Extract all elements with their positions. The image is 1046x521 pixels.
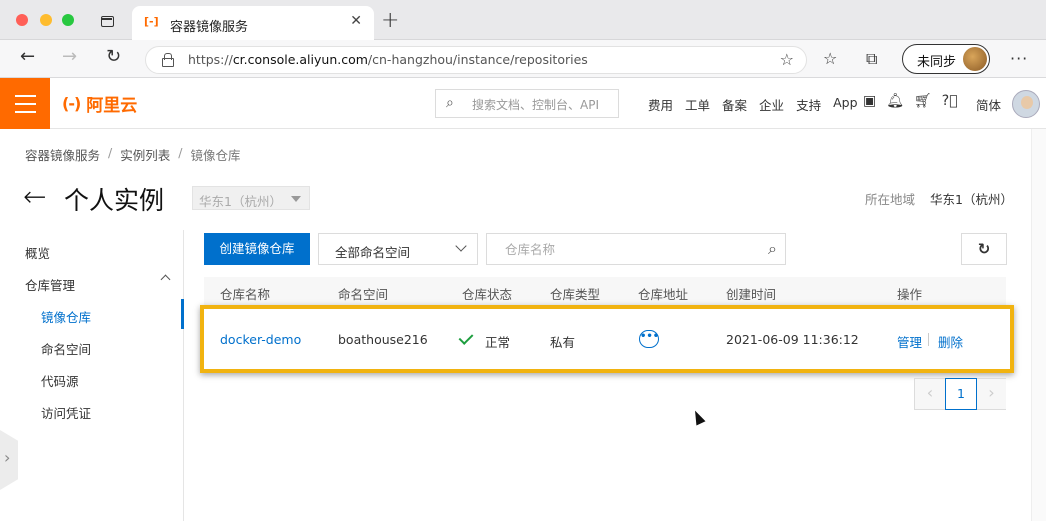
cloud-shell-icon[interactable]: ▣ xyxy=(863,93,876,109)
breadcrumb: 容器镜像服务 / 实例列表 / 镜像仓库 xyxy=(25,145,240,164)
browser-toolbar: ← → ↻ https://cr.console.aliyun.com/cn-h… xyxy=(0,40,1046,78)
aliyun-logo-text: 阿里云 xyxy=(86,95,138,116)
back-arrow-icon[interactable]: ← xyxy=(20,46,35,67)
nav-link-icp[interactable]: 备案 xyxy=(722,95,747,114)
language-switch[interactable]: 简体 xyxy=(976,95,1001,114)
hamburger-menu-icon[interactable] xyxy=(0,78,50,129)
lock-icon xyxy=(162,53,174,67)
global-search[interactable]: ⌕ 搜索文档、控制台、API xyxy=(435,89,619,118)
mouse-cursor-icon xyxy=(690,408,706,426)
page-scrollbar[interactable] xyxy=(1031,129,1046,521)
user-avatar[interactable] xyxy=(1012,90,1040,118)
nav-link-app[interactable]: App xyxy=(833,95,857,114)
refresh-icon: ↻ xyxy=(977,240,991,258)
sidebar-item-overview[interactable]: 概览 xyxy=(25,243,50,262)
column-header: 命名空间 xyxy=(338,287,389,302)
sidebar-item-image-repos[interactable]: 镜像仓库 xyxy=(41,307,91,326)
region-value: 华东1（杭州） xyxy=(930,192,1013,207)
column-header: 仓库地址 xyxy=(638,287,689,302)
add-favorite-star-icon[interactable]: ☆ xyxy=(780,50,794,69)
profile-label: 未同步 xyxy=(917,55,957,70)
breadcrumb-separator: / xyxy=(178,145,183,160)
tab-sidebar-icon[interactable] xyxy=(101,16,114,27)
nav-link-support[interactable]: 支持 xyxy=(796,95,821,114)
repo-search: ⌕ xyxy=(486,233,786,265)
forward-arrow-icon[interactable]: → xyxy=(62,46,77,67)
global-search-placeholder: 搜索文档、控制台、API xyxy=(472,98,599,112)
breadcrumb-item-current: 镜像仓库 xyxy=(190,148,241,163)
refresh-button[interactable]: ↻ xyxy=(961,233,1007,265)
breadcrumb-item-cr-service[interactable]: 容器镜像服务 xyxy=(25,145,100,164)
search-icon: ⌕ xyxy=(446,95,454,111)
region-select[interactable]: 华东1（杭州） xyxy=(192,186,310,210)
region-label: 所在地域 xyxy=(865,192,916,207)
profile-avatar xyxy=(963,47,987,71)
next-page-button[interactable]: › xyxy=(977,379,1006,409)
top-nav-links: 费用 工单 备案 企业 支持 App xyxy=(648,95,858,114)
column-header: 仓库类型 xyxy=(550,287,601,302)
sidebar-item-code-source[interactable]: 代码源 xyxy=(41,371,79,390)
profile-button[interactable]: 未同步 xyxy=(902,44,990,74)
reload-icon[interactable]: ↻ xyxy=(106,46,121,67)
nav-link-tickets[interactable]: 工单 xyxy=(685,95,710,114)
url-text[interactable]: https://cr.console.aliyun.com/cn-hangzho… xyxy=(188,52,588,67)
window-minimize-button[interactable] xyxy=(40,14,52,26)
help-icon[interactable]: ?⃝ xyxy=(942,93,958,109)
nav-link-billing[interactable]: 费用 xyxy=(648,95,673,114)
url-prefix: https:// xyxy=(188,52,233,67)
page-1-button[interactable]: 1 xyxy=(945,378,977,410)
tab-close-icon[interactable]: ✕ xyxy=(350,13,362,29)
url-path: /cn-hangzhou/instance/repositories xyxy=(367,52,588,67)
nav-link-enterprise[interactable]: 企业 xyxy=(759,95,784,114)
url-host: cr.console.aliyun.com xyxy=(232,52,368,67)
column-header: 仓库名称 xyxy=(220,287,271,302)
pagination: ‹ 1 › xyxy=(914,378,1006,410)
active-indicator xyxy=(181,299,184,329)
sidebar-item-namespaces[interactable]: 命名空间 xyxy=(41,339,91,358)
sidebar-item-credentials[interactable]: 访问凭证 xyxy=(41,403,91,422)
aliyun-favicon-icon: [-] xyxy=(144,15,159,28)
breadcrumb-separator: / xyxy=(108,145,113,160)
page-back-arrow-icon[interactable]: ← xyxy=(23,180,46,213)
console-top-nav: (-) 阿里云 ⌕ 搜索文档、控制台、API 费用 工单 备案 企业 支持 Ap… xyxy=(0,78,1046,129)
caret-down-icon xyxy=(291,196,301,202)
aliyun-logo[interactable]: (-) 阿里云 xyxy=(62,92,138,116)
new-tab-plus-icon[interactable]: + xyxy=(381,8,399,33)
tab-title: 容器镜像服务 xyxy=(170,20,249,35)
sidebar-group-repo-management[interactable]: 仓库管理 xyxy=(25,275,75,294)
prev-page-button[interactable]: ‹ xyxy=(915,379,945,409)
namespace-select[interactable]: 全部命名空间 xyxy=(318,233,478,265)
more-menu-icon[interactable]: ··· xyxy=(1010,49,1028,68)
region-select-value: 华东1（杭州） xyxy=(199,194,282,209)
table-header: 仓库名称 命名空间 仓库状态 仓库类型 仓库地址 创建时间 操作 xyxy=(204,277,1006,305)
repo-search-input[interactable] xyxy=(487,234,747,264)
column-header: 创建时间 xyxy=(726,287,777,302)
window-zoom-button[interactable] xyxy=(62,14,74,26)
favorites-list-icon[interactable]: ☆ xyxy=(823,49,837,68)
column-header: 操作 xyxy=(897,287,923,302)
notification-bell-icon[interactable]: 🔔︎ xyxy=(886,93,904,109)
shopping-cart-icon[interactable]: 🛒︎ xyxy=(914,93,932,109)
page-title: 个人实例 xyxy=(64,186,165,215)
top-nav-icons: ▣ 🔔︎ 🛒︎ ?⃝ xyxy=(863,93,958,109)
chevron-down-icon xyxy=(455,240,467,252)
column-header: 仓库状态 xyxy=(462,287,513,302)
namespace-select-value: 全部命名空间 xyxy=(335,245,411,260)
window-close-button[interactable] xyxy=(16,14,28,26)
create-repo-button[interactable]: 创建镜像仓库 xyxy=(204,233,310,265)
left-sidebar xyxy=(0,230,184,521)
breadcrumb-item-instances[interactable]: 实例列表 xyxy=(120,145,170,164)
collections-icon[interactable]: ⧉ xyxy=(866,49,877,69)
row-highlight-frame xyxy=(200,305,1014,373)
aliyun-logo-mark: (-) xyxy=(62,93,81,113)
address-bar[interactable]: https://cr.console.aliyun.com/cn-hangzho… xyxy=(145,46,807,74)
browser-tab-active[interactable]: [-] 容器镜像服务 ✕ xyxy=(132,6,374,41)
search-icon[interactable]: ⌕ xyxy=(768,239,777,259)
browser-tab-bar: [-] 容器镜像服务 ✕ + xyxy=(0,0,1046,41)
